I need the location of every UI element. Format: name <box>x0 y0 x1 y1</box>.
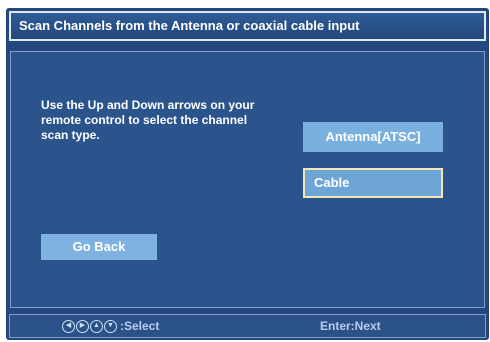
content-panel: Use the Up and Down arrows on your remot… <box>10 51 485 308</box>
antenna-atsc-option[interactable]: Antenna[ATSC] <box>303 122 443 152</box>
nav-hint: ◀ ▶ ▲ ▼ :Select <box>62 318 159 334</box>
tv-menu-screen: Scan Channels from the Antenna or coaxia… <box>6 8 489 340</box>
instructions-text: Use the Up and Down arrows on your remot… <box>41 98 255 142</box>
left-arrow-icon: ◀ <box>62 319 75 333</box>
menu-title: Scan Channels from the Antenna or coaxia… <box>9 11 486 41</box>
right-arrow-icon: ▶ <box>76 319 89 333</box>
go-back-button[interactable]: Go Back <box>41 234 157 260</box>
down-arrow-icon: ▼ <box>104 319 117 333</box>
up-arrow-icon: ▲ <box>90 319 103 333</box>
cable-option[interactable]: Cable <box>303 168 443 198</box>
footer-bar: ◀ ▶ ▲ ▼ :Select Enter:Next <box>9 314 486 338</box>
enter-hint-label: Enter:Next <box>320 319 381 333</box>
select-hint-label: :Select <box>120 319 160 333</box>
